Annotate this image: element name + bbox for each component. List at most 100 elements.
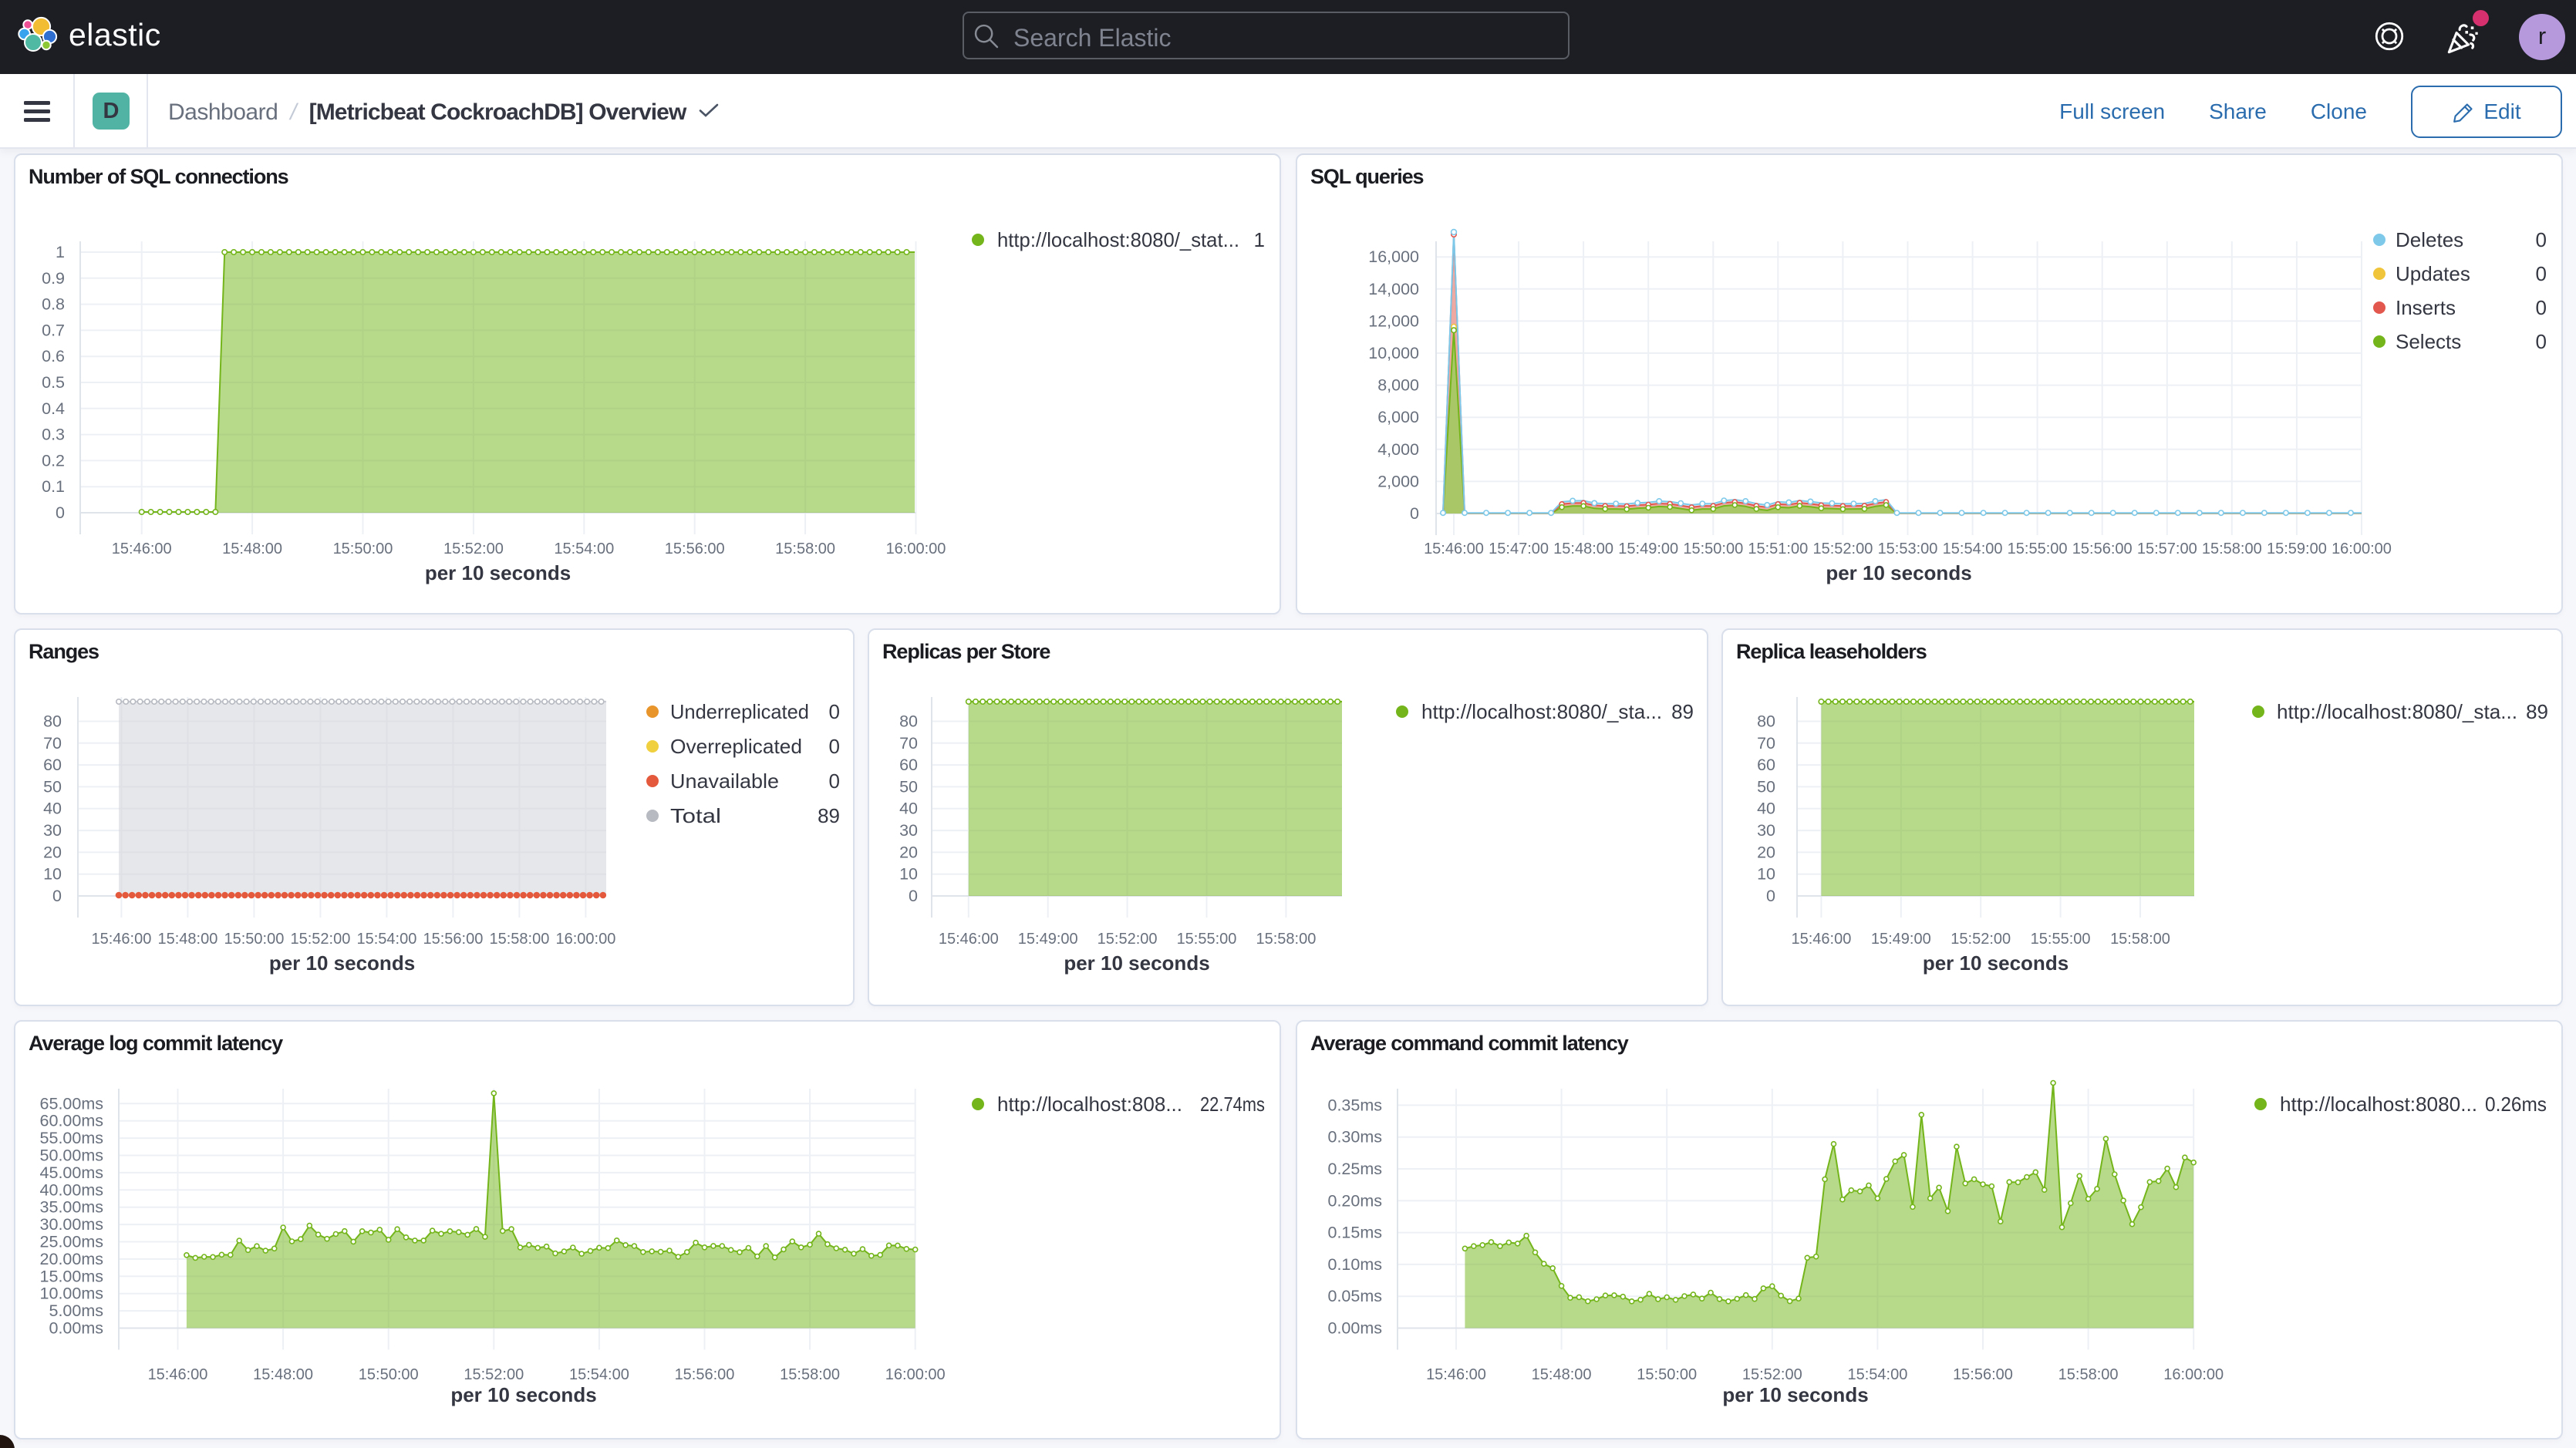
svg-text:15:52:00: 15:52:00 [443, 540, 504, 557]
svg-text:55.00ms: 55.00ms [40, 1129, 103, 1147]
svg-text:15:54:00: 15:54:00 [1943, 540, 2003, 557]
svg-text:0.20ms: 0.20ms [1327, 1191, 1382, 1210]
svg-text:15:49:00: 15:49:00 [1871, 931, 1931, 948]
svg-text:60: 60 [1757, 756, 1775, 774]
svg-text:15:46:00: 15:46:00 [91, 931, 151, 948]
svg-text:0.26ms: 0.26ms [2485, 1093, 2547, 1116]
svg-text:15:52:00: 15:52:00 [1951, 931, 2011, 948]
svg-text:http://localhost:8080/_sta...: http://localhost:8080/_sta... [1421, 700, 1662, 723]
svg-text:16:00:00: 16:00:00 [885, 1366, 946, 1383]
svg-text:15:52:00: 15:52:00 [290, 931, 350, 948]
svg-text:60: 60 [899, 756, 918, 774]
svg-text:16:00:00: 16:00:00 [555, 931, 615, 948]
svg-text:10: 10 [899, 865, 918, 884]
svg-text:15:48:00: 15:48:00 [1532, 1366, 1592, 1383]
svg-text:0.1: 0.1 [42, 477, 65, 496]
svg-text:40: 40 [1757, 800, 1775, 818]
svg-text:0: 0 [2536, 296, 2547, 319]
svg-text:40.00ms: 40.00ms [40, 1180, 103, 1199]
svg-text:Selects: Selects [2396, 330, 2461, 353]
svg-text:80: 80 [43, 712, 62, 731]
svg-text:8,000: 8,000 [1377, 376, 1419, 395]
svg-text:15:58:00: 15:58:00 [1256, 931, 1316, 948]
svg-text:15:48:00: 15:48:00 [222, 540, 282, 557]
svg-text:Total: Total [670, 804, 721, 827]
svg-text:Updates: Updates [2396, 262, 2470, 285]
svg-text:15:54:00: 15:54:00 [554, 540, 614, 557]
svg-text:15:46:00: 15:46:00 [148, 1366, 208, 1383]
svg-text:0: 0 [1766, 887, 1775, 905]
svg-text:40: 40 [43, 800, 62, 818]
svg-text:25.00ms: 25.00ms [40, 1233, 103, 1251]
svg-text:50: 50 [43, 777, 62, 796]
svg-text:15:52:00: 15:52:00 [1742, 1366, 1802, 1383]
svg-text:15:52:00: 15:52:00 [1812, 540, 1873, 557]
svg-text:15:56:00: 15:56:00 [675, 1366, 735, 1383]
svg-text:15:48:00: 15:48:00 [253, 1366, 313, 1383]
svg-text:20: 20 [899, 843, 918, 861]
svg-text:0.15ms: 0.15ms [1327, 1224, 1382, 1242]
svg-text:20: 20 [1757, 843, 1775, 861]
svg-text:89: 89 [818, 804, 840, 827]
svg-text:0.30ms: 0.30ms [1327, 1128, 1382, 1147]
svg-text:50: 50 [899, 777, 918, 796]
svg-text:15:46:00: 15:46:00 [112, 540, 172, 557]
svg-text:Deletes: Deletes [2396, 228, 2463, 251]
svg-text:15:48:00: 15:48:00 [1553, 540, 1613, 557]
svg-text:10: 10 [43, 865, 62, 884]
svg-text:60.00ms: 60.00ms [40, 1112, 103, 1130]
svg-text:15:50:00: 15:50:00 [1637, 1366, 1697, 1383]
svg-text:89: 89 [1671, 700, 1694, 723]
svg-text:12,000: 12,000 [1368, 311, 1419, 330]
svg-text:45.00ms: 45.00ms [40, 1163, 103, 1182]
svg-text:0.35ms: 0.35ms [1327, 1096, 1382, 1114]
svg-text:1: 1 [1254, 228, 1265, 251]
svg-text:15:53:00: 15:53:00 [1878, 540, 1938, 557]
svg-text:15:54:00: 15:54:00 [1847, 1366, 1907, 1383]
svg-text:6,000: 6,000 [1377, 408, 1419, 426]
svg-text:0: 0 [829, 769, 840, 793]
svg-text:15:56:00: 15:56:00 [665, 540, 725, 557]
svg-text:30: 30 [43, 821, 62, 840]
svg-text:0: 0 [909, 887, 918, 905]
svg-text:16:00:00: 16:00:00 [2163, 1366, 2224, 1383]
svg-text:70: 70 [1757, 734, 1775, 753]
svg-text:15:58:00: 15:58:00 [775, 540, 835, 557]
svg-text:15:58:00: 15:58:00 [489, 931, 549, 948]
svg-text:0.3: 0.3 [42, 426, 65, 444]
svg-text:0.10ms: 0.10ms [1327, 1255, 1382, 1274]
svg-text:15:50:00: 15:50:00 [224, 931, 284, 948]
svg-text:15.00ms: 15.00ms [40, 1267, 103, 1285]
svg-text:2,000: 2,000 [1377, 472, 1419, 490]
svg-text:0.00ms: 0.00ms [1327, 1319, 1382, 1338]
svg-text:0: 0 [2536, 262, 2547, 285]
svg-text:per 10 seconds: per 10 seconds [1064, 951, 1209, 975]
svg-text:15:50:00: 15:50:00 [333, 540, 393, 557]
svg-text:60: 60 [43, 756, 62, 774]
svg-text:16,000: 16,000 [1368, 248, 1419, 266]
svg-text:0.2: 0.2 [42, 451, 65, 470]
svg-text:Underreplicated: Underreplicated [670, 700, 809, 723]
svg-text:15:55:00: 15:55:00 [2031, 931, 2091, 948]
svg-text:per 10 seconds: per 10 seconds [1923, 951, 2069, 975]
svg-text:10: 10 [1757, 865, 1775, 884]
svg-text:0.5: 0.5 [42, 373, 65, 392]
svg-text:15:58:00: 15:58:00 [2058, 1366, 2119, 1383]
svg-text:20: 20 [43, 843, 62, 861]
svg-text:15:58:00: 15:58:00 [780, 1366, 840, 1383]
svg-text:15:49:00: 15:49:00 [1618, 540, 1678, 557]
svg-text:15:56:00: 15:56:00 [2072, 540, 2133, 557]
svg-text:40: 40 [899, 800, 918, 818]
svg-text:http://localhost:8080/_sta...: http://localhost:8080/_sta... [2277, 700, 2517, 723]
svg-text:0: 0 [2536, 228, 2547, 251]
svg-text:0.6: 0.6 [42, 347, 65, 365]
svg-text:30: 30 [899, 821, 918, 840]
svg-text:Overreplicated: Overreplicated [670, 735, 802, 758]
svg-text:10.00ms: 10.00ms [40, 1285, 103, 1303]
svg-text:15:46:00: 15:46:00 [1426, 1366, 1486, 1383]
svg-text:4,000: 4,000 [1377, 440, 1419, 459]
svg-text:0.7: 0.7 [42, 321, 65, 339]
svg-text:80: 80 [899, 712, 918, 731]
svg-text:70: 70 [899, 734, 918, 753]
svg-text:per 10 seconds: per 10 seconds [269, 951, 415, 975]
